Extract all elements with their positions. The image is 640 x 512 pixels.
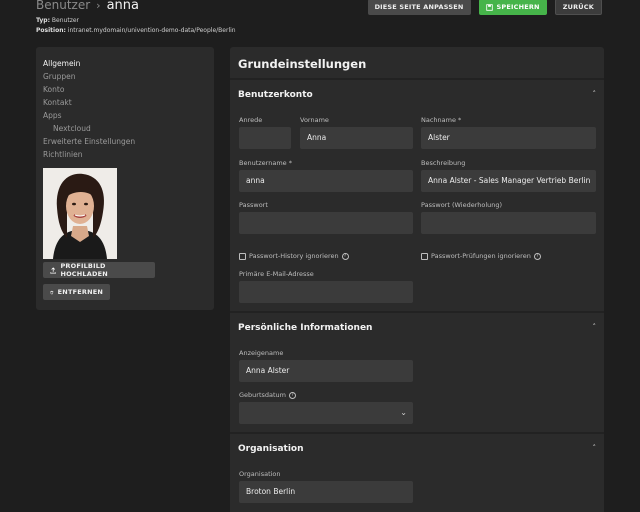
first-name-input[interactable]: Anna [300, 127, 413, 149]
salutation-label: Anrede [239, 116, 263, 124]
primary-email-input[interactable] [239, 281, 413, 303]
help-icon[interactable]: ? [341, 252, 349, 260]
top-actions: DIESE SEITE ANPASSEN SPEICHERN ZURÜCK [367, 0, 602, 15]
organisation-label: Organisation [239, 470, 281, 478]
save-icon [485, 3, 493, 11]
chevron-up-icon[interactable]: ˄ [593, 444, 597, 452]
ignore-checks-label: Passwort-Prüfungen ignorieren [431, 252, 531, 260]
sidebar-item-nextcloud[interactable]: Nextcloud [43, 122, 214, 135]
birthdate-label: Geburtsdatum [239, 391, 286, 399]
divider [230, 432, 604, 434]
type-label: Typ: [36, 17, 50, 24]
sidebar-item-apps[interactable]: Apps [43, 109, 214, 122]
breadcrumb-current: anna [106, 0, 139, 13]
main-panel: Grundeinstellungen Benutzerkonto ˄ Anred… [230, 47, 604, 512]
password-input[interactable] [239, 212, 413, 234]
salutation-input[interactable] [239, 127, 291, 149]
back-button[interactable]: ZURÜCK [554, 0, 602, 15]
upload-icon [50, 266, 57, 273]
profile-picture [43, 168, 117, 259]
breadcrumb: Benutzer › anna [36, 0, 139, 13]
breadcrumb-parent[interactable]: Benutzer [36, 0, 90, 12]
chevron-up-icon[interactable]: ˄ [593, 323, 597, 331]
back-label: ZURÜCK [562, 3, 594, 11]
help-icon[interactable]: ? [533, 252, 541, 260]
ignore-history-checkbox[interactable] [239, 252, 246, 260]
remove-profile-picture-button[interactable]: ENTFERNEN [43, 284, 110, 300]
organisation-input[interactable]: Broton Berlin [239, 481, 413, 503]
ignore-history-label: Passwort-History ignorieren [249, 252, 339, 260]
password-repeat-input[interactable] [421, 212, 596, 234]
position-value: intranet.mydomain/univention-demo-data/P… [67, 27, 236, 34]
divider [230, 311, 604, 313]
position-info: Position: intranet.mydomain/univention-d… [36, 27, 236, 34]
last-name-label: Nachname * [421, 116, 462, 124]
description-input[interactable]: Anna Alster - Sales Manager Vertrieb Ber… [421, 170, 596, 192]
page-title: Grundeinstellungen [238, 57, 367, 71]
description-label: Beschreibung [421, 159, 466, 167]
username-input[interactable]: anna [239, 170, 413, 192]
section-title-personal[interactable]: Persönliche Informationen [238, 323, 372, 333]
last-name-input[interactable]: Alster [421, 127, 596, 149]
divider [230, 78, 604, 80]
position-label: Position: [36, 27, 66, 34]
upload-profile-picture-label: PROFILBILD HOCHLADEN [60, 262, 108, 278]
password-label: Passwort [239, 201, 268, 209]
customize-page-label: DIESE SEITE ANPASSEN [374, 3, 464, 11]
chevron-up-icon[interactable]: ˄ [593, 90, 597, 98]
sidebar-item-richtlinien[interactable]: Richtlinien [43, 148, 214, 161]
birthdate-label-row: Geburtsdatum ? [239, 391, 296, 399]
sidebar-item-kontakt[interactable]: Kontakt [43, 96, 214, 109]
birthdate-picker[interactable]: ⌄ [239, 402, 413, 424]
type-info: Typ: Benutzer [36, 17, 79, 24]
sidebar-item-konto[interactable]: Konto [43, 83, 214, 96]
customize-page-button[interactable]: DIESE SEITE ANPASSEN [367, 0, 471, 15]
help-icon[interactable]: ? [289, 391, 296, 399]
section-title-account[interactable]: Benutzerkonto [238, 90, 313, 100]
sidebar-nav: Allgemein Gruppen Konto Kontakt Apps Nex… [36, 47, 214, 161]
chevron-right-icon: › [96, 0, 101, 12]
password-repeat-label: Passwort (Wiederholung) [421, 201, 503, 209]
remove-profile-picture-label: ENTFERNEN [57, 288, 103, 296]
sidebar: Allgemein Gruppen Konto Kontakt Apps Nex… [36, 47, 214, 310]
ignore-checks-option: Passwort-Prüfungen ignorieren ? [421, 252, 541, 260]
section-title-organisation[interactable]: Organisation [238, 444, 304, 454]
trash-icon [50, 290, 54, 294]
chevron-down-icon[interactable]: ⌄ [400, 402, 407, 424]
first-name-label: Vorname [300, 116, 329, 124]
ignore-history-option: Passwort-History ignorieren ? [239, 252, 349, 260]
display-name-label: Anzeigename [239, 349, 284, 357]
username-label: Benutzername * [239, 159, 292, 167]
type-value: Benutzer [51, 17, 79, 24]
sidebar-item-allgemein[interactable]: Allgemein [43, 57, 214, 70]
primary-email-label: Primäre E-Mail-Adresse [239, 270, 314, 278]
ignore-checks-checkbox[interactable] [421, 252, 428, 260]
display-name-input[interactable]: Anna Alster [239, 360, 413, 382]
sidebar-item-erweiterte-einstellungen[interactable]: Erweiterte Einstellungen [43, 135, 214, 148]
save-label: SPEICHERN [496, 3, 540, 11]
save-button[interactable]: SPEICHERN [478, 0, 547, 15]
sidebar-item-gruppen[interactable]: Gruppen [43, 70, 214, 83]
upload-profile-picture-button[interactable]: PROFILBILD HOCHLADEN [43, 262, 155, 278]
